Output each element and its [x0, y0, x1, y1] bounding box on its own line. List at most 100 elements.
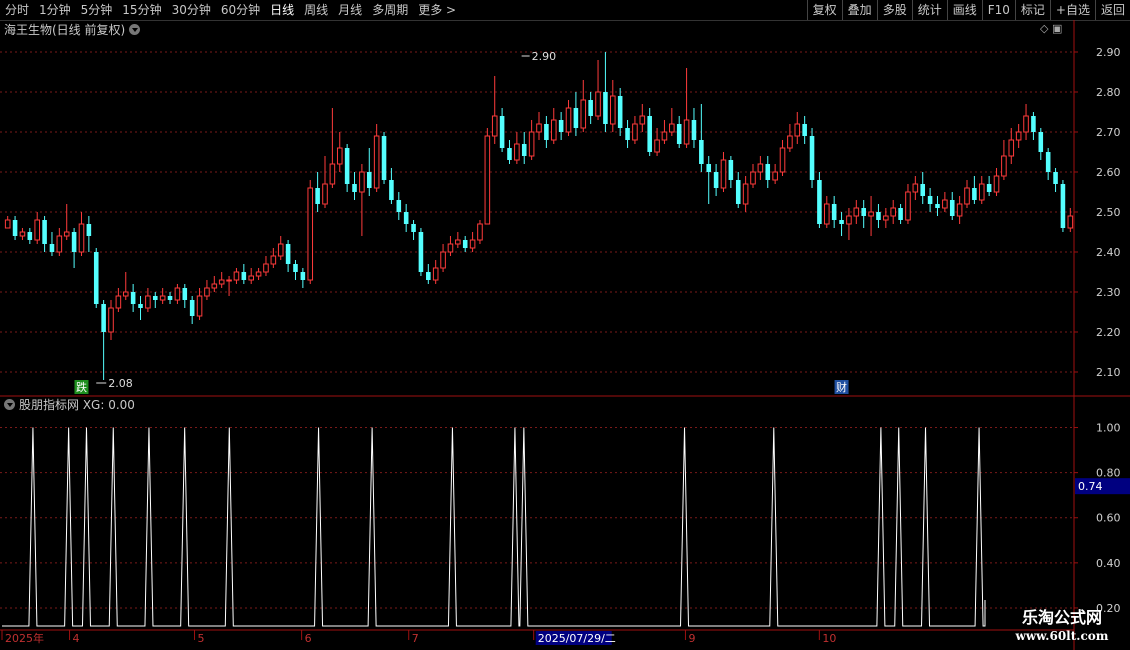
candle-body [285, 244, 291, 264]
candle-body [1031, 116, 1036, 132]
candle-body [499, 116, 505, 148]
candle-body [159, 295, 166, 301]
x-tick-label: 9 [688, 632, 695, 645]
candle-body [935, 204, 940, 208]
candle-body [713, 172, 719, 188]
candle-body [241, 272, 247, 280]
candle-body [521, 144, 527, 156]
candle-body [1008, 139, 1015, 157]
candle-body [34, 219, 40, 241]
candle-body [565, 107, 572, 133]
candle-body [920, 184, 926, 196]
candle-body [728, 160, 734, 180]
candle-body [1053, 172, 1058, 184]
candle-body [706, 164, 712, 172]
candle-body [389, 180, 394, 200]
candle-body [1023, 115, 1029, 133]
candle-body [617, 96, 623, 128]
candle-body [676, 124, 682, 144]
candle-body [580, 99, 587, 129]
candle-body [56, 235, 63, 253]
candle-body [418, 232, 424, 272]
candle-body [4, 219, 11, 229]
candle-body [898, 208, 903, 220]
candle-body [986, 184, 992, 192]
candle-body [661, 131, 668, 141]
candle-body [366, 172, 372, 188]
candle-body [1015, 131, 1022, 141]
candle-body [802, 124, 807, 136]
marker-label: 跌 [76, 380, 87, 394]
candle-body [742, 183, 749, 205]
candle-body [426, 272, 431, 280]
candle-body [853, 207, 860, 217]
main-y-tick-label: 2.60 [1096, 166, 1121, 179]
candle-body [145, 295, 151, 309]
candle-body [122, 291, 129, 297]
x-tick-label: 4 [73, 632, 80, 645]
candle-body [1038, 132, 1044, 152]
candle-body [115, 295, 122, 309]
candle-body [182, 288, 188, 300]
cursor-date-label: 2025/07/29/二 [538, 632, 616, 645]
candle-body [868, 211, 874, 217]
candle-body [101, 304, 106, 332]
x-tick-label: 7 [412, 632, 419, 645]
ind-y-tick-label: 0.80 [1096, 467, 1121, 480]
main-y-tick-label: 2.80 [1096, 86, 1121, 99]
candle-body [735, 180, 741, 204]
low-label: 2.08 [108, 377, 133, 390]
candle-body [507, 148, 512, 160]
candle-body [411, 224, 416, 232]
candle-body [817, 180, 822, 224]
candle-body [211, 283, 218, 289]
candle-body [861, 208, 866, 216]
candle-body [942, 199, 948, 209]
candle-body [1067, 215, 1074, 229]
x-tick-label: 6 [305, 632, 312, 645]
candle-body [809, 136, 815, 180]
candle-body [993, 175, 1000, 193]
main-y-tick-label: 2.70 [1096, 126, 1121, 139]
candle-body [396, 200, 402, 212]
candle-body [248, 275, 254, 281]
candle-body [167, 296, 173, 300]
candle-body [196, 295, 203, 317]
candle-body [329, 163, 336, 185]
high-label: 2.90 [532, 50, 557, 63]
candle-body [322, 183, 328, 205]
candle-body [964, 187, 970, 205]
candle-body [233, 271, 240, 281]
candle-body [78, 223, 85, 253]
candle-body [750, 171, 756, 185]
candle-body [691, 120, 697, 140]
marker-label: 财 [836, 380, 847, 394]
ind-y-tick-label: 0.60 [1096, 512, 1121, 525]
candle-body [484, 135, 491, 225]
candle-body [1060, 184, 1066, 228]
candle-body [277, 243, 284, 257]
candle-body [49, 244, 55, 252]
candle-body [528, 131, 535, 157]
chart-canvas[interactable]: 2.10 2.20 2.30 2.40 2.50 2.60 2.70 2.80 2.90 2.90… [0, 0, 1130, 650]
candle-body [1045, 152, 1051, 172]
candle-body [683, 119, 690, 145]
x-tick-label: 10 [822, 632, 836, 645]
candle-body [491, 115, 498, 137]
candle-body [550, 119, 557, 141]
candle-body [293, 264, 298, 272]
candle-body [978, 183, 985, 201]
candle-body [824, 203, 830, 225]
candle-body [344, 148, 350, 184]
candle-body [927, 196, 933, 204]
candle-body [595, 91, 601, 117]
candle-body [19, 231, 26, 237]
candle-body [352, 184, 357, 192]
candle-body [315, 188, 320, 204]
candle-body [447, 243, 454, 253]
candle-body [336, 147, 343, 165]
candle-body [359, 171, 365, 193]
main-y-tick-label: 2.50 [1096, 206, 1121, 219]
candle-body [226, 279, 232, 282]
watermark-url: www.60lt.com [1015, 629, 1109, 643]
